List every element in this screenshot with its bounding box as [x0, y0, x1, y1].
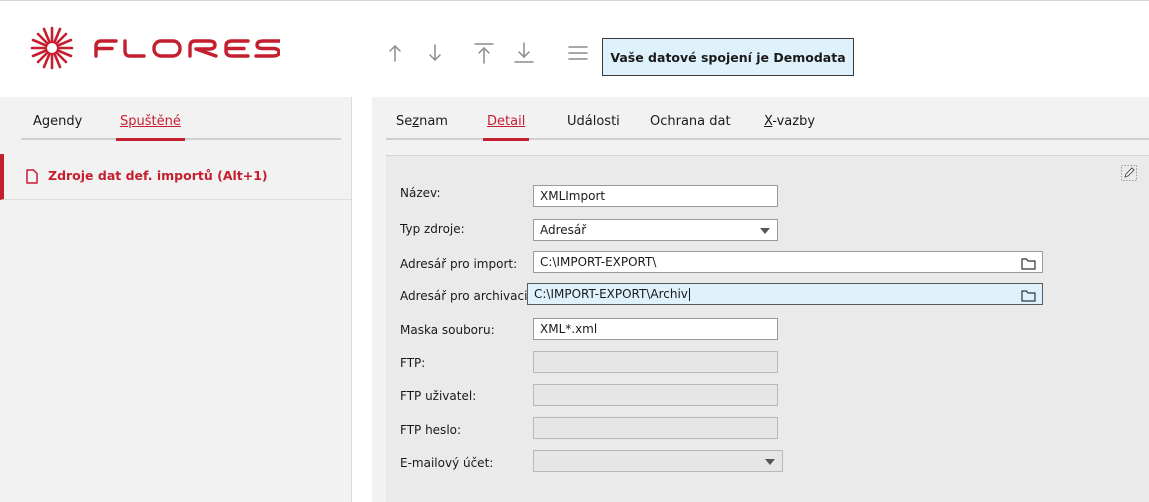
tab-detail-accel: D — [487, 114, 498, 129]
adresar-import-field[interactable]: C:\IMPORT-EXPORT\ — [533, 251, 1043, 273]
left-panel: Agendy Spuštěné Zdroje dat def. importů … — [0, 97, 352, 502]
folder-icon[interactable] — [1021, 256, 1036, 272]
menu-button[interactable] — [564, 39, 592, 67]
folder-icon[interactable] — [1021, 288, 1036, 304]
ftp-uzivatel-field[interactable] — [533, 384, 778, 406]
tab-x-vazby[interactable]: X-vazby — [764, 114, 815, 129]
running-item[interactable]: Zdroje dat def. importů (Alt+1) — [0, 154, 351, 200]
tab-detail[interactable]: Detail — [482, 114, 530, 141]
text-caret — [688, 288, 690, 301]
label-ftp: FTP: — [400, 356, 426, 370]
tab-udalosti[interactable]: Události — [567, 114, 620, 129]
nazev-field[interactable]: XMLImport — [533, 185, 778, 207]
label-nazev: Název: — [400, 186, 441, 200]
label-maska: Maska souboru: — [400, 323, 495, 337]
label-email-ucet: E-mailový účet: — [400, 456, 494, 470]
label-ftp-heslo: FTP heslo: — [400, 423, 462, 437]
chevron-down-icon — [760, 228, 770, 234]
connection-banner: Vaše datové spojení je Demodata — [602, 38, 854, 76]
tab-seznam-post: nam — [419, 114, 448, 129]
label-typ-zdroje: Typ zdroje: — [400, 222, 465, 236]
email-ucet-select[interactable] — [533, 450, 783, 472]
adresar-archivace-field[interactable]: C:\IMPORT-EXPORT\Archiv — [527, 283, 1043, 305]
chevron-down-icon — [765, 459, 775, 465]
tab-seznam-pre: Se — [396, 114, 413, 129]
tab-spustene[interactable]: Spuštěné — [116, 114, 185, 141]
left-tabs: Agendy Spuštěné — [21, 112, 341, 141]
flores-logo-graphic — [30, 26, 280, 70]
arrow-down-icon — [429, 44, 441, 62]
running-item-label: Zdroje dat def. importů (Alt+1) — [48, 168, 268, 183]
maska-field[interactable]: XML*.xml — [533, 318, 778, 340]
label-adresar-archivace: Adresář pro archivaci: — [400, 289, 532, 303]
document-icon — [26, 169, 38, 188]
ftp-heslo-field[interactable] — [533, 417, 778, 439]
flores-logo — [30, 25, 280, 71]
move-down-button[interactable] — [421, 39, 449, 67]
adresar-import-value: C:\IMPORT-EXPORT\ — [540, 255, 657, 269]
tab-seznam[interactable]: Seznam — [396, 114, 448, 129]
label-adresar-import: Adresář pro import: — [400, 257, 518, 271]
tab-ochrana-dat[interactable]: Ochrana dat — [650, 114, 731, 129]
edit-pencil-icon[interactable] — [1121, 165, 1137, 185]
move-last-button[interactable] — [510, 39, 538, 67]
typ-zdroje-value: Adresář — [540, 223, 587, 237]
right-tabs: Seznam Detail Události Ochrana dat X-vaz… — [386, 112, 1149, 141]
hamburger-icon — [568, 46, 588, 60]
tab-detail-post: etail — [497, 114, 526, 129]
ftp-field[interactable] — [533, 351, 778, 373]
tab-x-vazby-post: -vazby — [772, 114, 816, 129]
tab-agendy[interactable]: Agendy — [33, 114, 82, 129]
label-ftp-uzivatel: FTP uživatel: — [400, 389, 477, 403]
typ-zdroje-select[interactable]: Adresář — [533, 219, 778, 241]
move-up-button[interactable] — [381, 39, 409, 67]
arrow-last-icon — [514, 42, 534, 63]
arrow-first-icon — [474, 43, 494, 64]
header: Vaše datové spojení je Demodata — [0, 1, 1149, 97]
adresar-archivace-value: C:\IMPORT-EXPORT\Archiv — [534, 287, 688, 301]
move-first-button[interactable] — [470, 39, 498, 67]
arrow-up-icon — [389, 44, 401, 62]
